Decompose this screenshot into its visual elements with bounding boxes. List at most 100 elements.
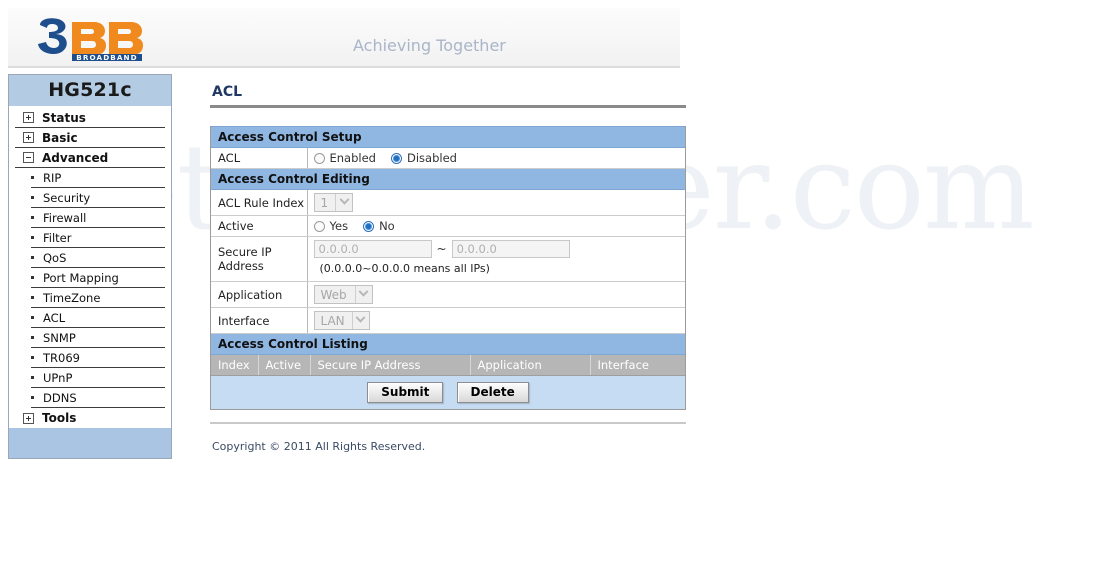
field-value: 1 <box>307 189 685 216</box>
column-header-secure-ip-address: Secure IP Address <box>310 355 471 376</box>
sidebar-item-port-mapping[interactable]: Port Mapping <box>31 268 165 288</box>
row-secure-ip-address: Secure IP Address ~ (0.0.0.0~0.0.0.0 mea… <box>211 236 686 282</box>
column-header-application: Application <box>470 355 591 376</box>
sidebar-item-rip[interactable]: RIP <box>31 168 165 188</box>
secure-ip-range: ~ (0.0.0.0~0.0.0.0 means all IPs) <box>313 240 686 278</box>
sidebar-item-label: QoS <box>43 250 67 265</box>
acl-form-table: Access Control Setup ACL Enabled Disable… <box>211 126 685 355</box>
sidebar-item-filter[interactable]: Filter <box>31 228 165 248</box>
column-header-index: Index <box>211 355 259 376</box>
radio-yes[interactable] <box>313 220 325 232</box>
sidebar-item-acl[interactable]: ACL <box>31 308 165 328</box>
radio-enabled-label: Enabled <box>329 151 376 165</box>
minus-box-icon[interactable] <box>23 152 34 163</box>
column-header-interface: Interface <box>590 355 685 376</box>
radio-no-label: No <box>379 219 395 233</box>
sidebar-footer <box>9 428 171 458</box>
section-title: Access Control Editing <box>211 168 685 190</box>
sidebar-item-label: TimeZone <box>43 290 101 305</box>
sidebar-item-label: Firewall <box>43 210 87 225</box>
interface-select[interactable]: LAN <box>313 311 370 330</box>
sidebar-item-status[interactable]: Status <box>15 108 165 128</box>
radio-enabled[interactable] <box>313 152 325 164</box>
sidebar-item-tools[interactable]: Tools <box>15 408 165 428</box>
field-label: ACL Rule Index <box>211 189 308 216</box>
sidebar-item-ddns[interactable]: DDNS <box>31 388 165 408</box>
device-model-title: HG521c <box>9 75 171 106</box>
sidebar-item-tr069[interactable]: TR069 <box>31 348 165 368</box>
secure-ip-to-input[interactable] <box>451 240 570 258</box>
row-interface: Interface LAN <box>211 307 685 334</box>
listing-header-row: Index Active Secure IP Address Applicati… <box>211 355 685 376</box>
delete-button[interactable]: Delete <box>456 382 529 403</box>
page-title: ACL <box>212 84 243 100</box>
radio-disabled-label: Disabled <box>406 151 457 165</box>
acl-enable-radio-group[interactable]: Enabled Disabled <box>313 151 686 165</box>
plus-box-icon[interactable] <box>23 132 34 143</box>
column-header-active: Active <box>258 355 311 376</box>
chevron-down-icon[interactable] <box>351 312 369 329</box>
sidebar-item-label: ACL <box>43 310 66 325</box>
acl-panel: Access Control Setup ACL Enabled Disable… <box>210 126 686 410</box>
sidebar-item-label: TR069 <box>43 350 80 365</box>
row-acl-enable: ACL Enabled Disabled <box>211 147 686 169</box>
sidebar-item-security[interactable]: Security <box>31 188 165 208</box>
submit-button[interactable]: Submit <box>367 382 444 403</box>
bullet-icon <box>31 336 34 339</box>
sidebar-item-label: DDNS <box>43 390 77 405</box>
sidebar-nav: Status Basic Advanced RIP Security Firew… <box>9 106 171 428</box>
sidebar-item-label: Port Mapping <box>43 270 119 285</box>
acl-rule-index-select[interactable]: 1 <box>313 193 354 212</box>
application-select[interactable]: Web <box>313 285 373 304</box>
chevron-down-icon[interactable] <box>354 286 372 303</box>
access-control-listing-table: Index Active Secure IP Address Applicati… <box>211 355 685 376</box>
section-title: Access Control Listing <box>211 333 685 355</box>
bullet-icon <box>31 356 34 359</box>
bullet-icon <box>31 256 34 259</box>
radio-disabled[interactable] <box>390 152 402 164</box>
sidebar-item-basic[interactable]: Basic <box>15 128 165 148</box>
section-header-setup: Access Control Setup <box>211 126 685 148</box>
row-acl-rule-index: ACL Rule Index 1 <box>211 189 685 216</box>
sidebar-item-qos[interactable]: QoS <box>31 248 165 268</box>
title-divider <box>210 105 686 108</box>
plus-box-icon[interactable] <box>23 112 34 123</box>
sidebar-item-snmp[interactable]: SNMP <box>31 328 165 348</box>
plus-box-icon[interactable] <box>23 412 34 424</box>
sidebar-item-firewall[interactable]: Firewall <box>31 208 165 228</box>
active-radio-group[interactable]: Yes No <box>313 219 686 233</box>
bullet-icon <box>31 196 34 199</box>
bullet-icon <box>31 176 34 179</box>
copyright-text: Copyright © 2011 All Rights Reserved. <box>212 440 426 453</box>
sidebar-item-label: Basic <box>42 130 78 145</box>
row-active: Active Yes No <box>211 215 686 237</box>
secure-ip-hint: (0.0.0.0~0.0.0.0 means all IPs) <box>319 262 490 275</box>
sidebar-item-label: Status <box>42 110 86 125</box>
bullet-icon <box>31 236 34 239</box>
select-value: LAN <box>320 313 345 328</box>
bullet-icon <box>31 376 34 379</box>
bullet-icon <box>31 316 34 319</box>
radio-yes-label: Yes <box>329 219 349 233</box>
sidebar-item-label: RIP <box>43 170 62 185</box>
sidebar-item-label: Advanced <box>42 150 109 165</box>
sidebar-item-label: SNMP <box>43 330 76 345</box>
main-content: ACL Access Control Setup ACL Enabled Dis… <box>210 84 686 453</box>
field-label: Active <box>211 215 308 237</box>
chevron-down-icon[interactable] <box>335 194 352 211</box>
sidebar-item-label: Security <box>43 190 91 205</box>
page-root: SetupRouter.com BROADBAND Achieving Toge… <box>0 0 1100 586</box>
range-separator: ~ <box>436 242 447 256</box>
field-label: Application <box>211 281 308 308</box>
sidebar-item-advanced[interactable]: Advanced <box>15 148 165 168</box>
sidebar-item-timezone[interactable]: TimeZone <box>31 288 165 308</box>
field-value: LAN <box>307 307 685 334</box>
field-label: Secure IP Address <box>211 236 308 282</box>
sidebar-item-upnp[interactable]: UPnP <box>31 368 165 388</box>
page-header: BROADBAND Achieving Together <box>8 8 680 68</box>
section-header-editing: Access Control Editing <box>211 168 685 190</box>
field-value: ~ (0.0.0.0~0.0.0.0 means all IPs) <box>307 236 686 282</box>
field-value: Enabled Disabled <box>307 147 686 169</box>
radio-no[interactable] <box>363 220 375 232</box>
secure-ip-from-input[interactable] <box>313 240 432 258</box>
